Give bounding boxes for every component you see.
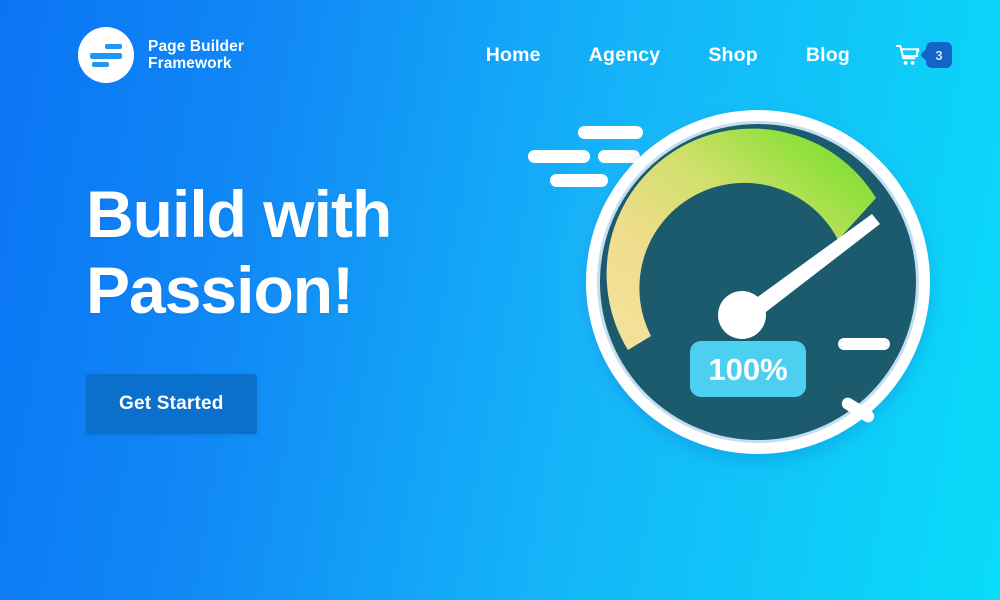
gauge-score-badge: 100%: [690, 341, 806, 397]
brand-name-line2: Framework: [148, 55, 232, 72]
shopping-cart-icon: [896, 44, 920, 65]
brand-name-line1: Page Builder: [148, 38, 244, 55]
headline-line2: Passion!: [86, 253, 354, 327]
brand-logo[interactable]: Page Builder Framework: [78, 27, 244, 83]
get-started-button[interactable]: Get Started: [86, 374, 257, 434]
gauge-score-value: 100%: [708, 352, 787, 387]
speedometer-gauge-illustration: 100%: [520, 88, 960, 488]
page-title: Build with Passion!: [86, 176, 516, 328]
hero-section: Page Builder Framework Home Agency Shop …: [0, 0, 1000, 600]
nav-item-agency[interactable]: Agency: [565, 44, 685, 67]
brand-name: Page Builder Framework: [148, 38, 244, 72]
cart-widget[interactable]: 3: [896, 42, 952, 68]
cart-count-value: 3: [935, 47, 943, 63]
page-builder-logo-icon: [78, 27, 134, 83]
nav-item-shop[interactable]: Shop: [684, 44, 782, 67]
cart-count-badge: 3: [926, 42, 952, 68]
nav-item-home[interactable]: Home: [462, 44, 565, 67]
site-header: Page Builder Framework Home Agency Shop …: [0, 0, 1000, 110]
hero-copy: Build with Passion! Get Started: [86, 176, 516, 434]
main-navigation: Home Agency Shop Blog 3: [462, 42, 952, 68]
headline-line1: Build with: [86, 177, 392, 251]
nav-item-blog[interactable]: Blog: [782, 44, 874, 67]
